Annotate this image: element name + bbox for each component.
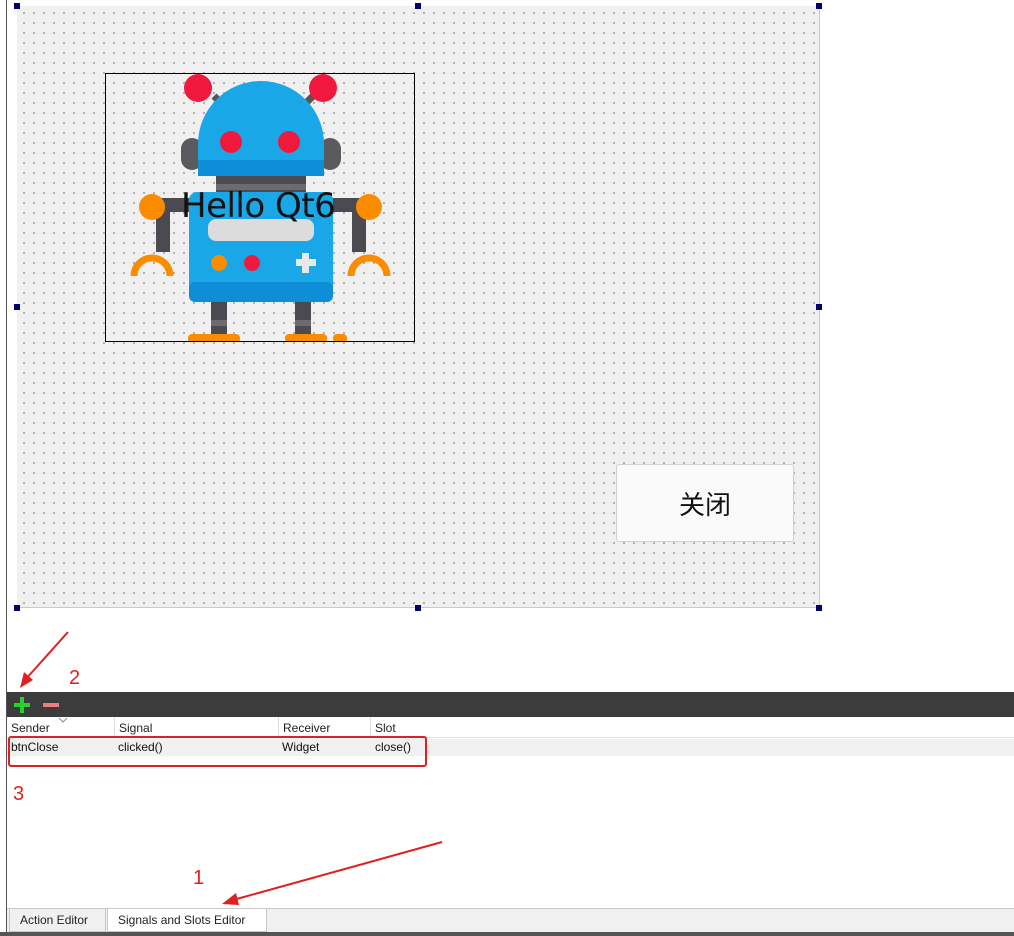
plus-icon[interactable]	[12, 695, 32, 715]
editor-tab-bar: Action Editor Signals and Slots Editor	[7, 908, 1014, 933]
resize-handle[interactable]	[816, 605, 822, 611]
window-left-border	[6, 0, 7, 936]
resize-handle[interactable]	[415, 3, 421, 9]
annotation-number-2: 2	[69, 667, 81, 689]
sort-indicator-icon	[58, 717, 68, 723]
window-bottom-border	[0, 932, 1014, 936]
form-design-canvas[interactable]: Hello Qt6 关闭	[17, 6, 820, 608]
resize-handle[interactable]	[14, 3, 20, 9]
tab-signals-slots-editor[interactable]: Signals and Slots Editor	[107, 909, 267, 932]
annotation-number-1: 1	[193, 867, 205, 889]
column-header-slot[interactable]: Slot	[371, 717, 451, 737]
hello-label-text: Hello Qt6	[181, 186, 336, 226]
resize-handle[interactable]	[816, 304, 822, 310]
resize-handle[interactable]	[816, 3, 822, 9]
resize-handle[interactable]	[415, 605, 421, 611]
signal-slot-toolbar	[7, 692, 1014, 717]
connections-table-header: Sender Signal Receiver Slot	[7, 717, 1014, 738]
column-header-receiver[interactable]: Receiver	[279, 717, 371, 737]
column-header-signal[interactable]: Signal	[115, 717, 279, 737]
resize-handle[interactable]	[14, 304, 20, 310]
minus-icon[interactable]	[41, 695, 61, 715]
resize-handle[interactable]	[14, 605, 20, 611]
annotation-number-3: 3	[13, 783, 25, 805]
close-button[interactable]: 关闭	[616, 464, 794, 542]
tab-action-editor[interactable]: Action Editor	[9, 909, 106, 932]
annotation-highlight-box	[8, 736, 427, 767]
